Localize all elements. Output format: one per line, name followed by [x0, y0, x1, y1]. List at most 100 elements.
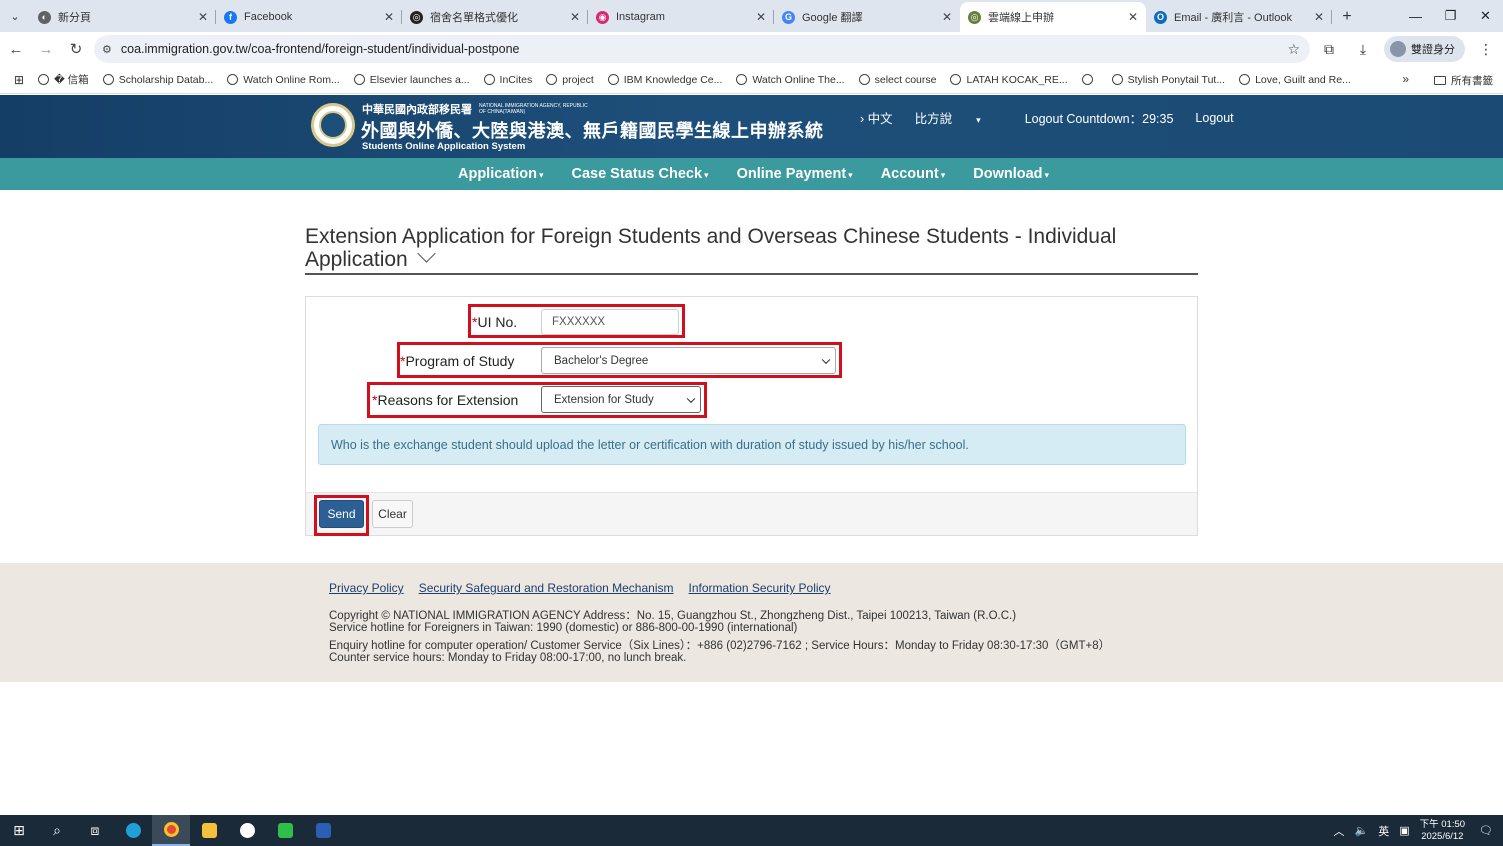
bookmark-item[interactable]: Scholarship Datab... [102, 74, 213, 86]
footer-link[interactable]: Information Security Policy [689, 581, 831, 595]
browser-tab[interactable]: O Email - 廣利言 - Outlook ✕ [1146, 2, 1332, 32]
globe-icon [858, 74, 870, 85]
browser-tab[interactable]: ◎ 宿舍名單格式優化 ✕ [402, 2, 588, 32]
nav-item[interactable]: Account [881, 166, 946, 182]
close-icon[interactable]: ✕ [756, 10, 766, 24]
bookmark-label: project [562, 73, 594, 86]
dialect-menu[interactable]: 比方說 [915, 108, 1003, 127]
footer-hotline: Service hotline for Foreigners in Taiwan… [329, 622, 798, 634]
globe-icon [483, 74, 495, 85]
file-explorer-icon[interactable] [190, 815, 228, 846]
ui-no-label-text: UI No. [477, 314, 518, 330]
footer-copyright: Copyright © NATIONAL IMMIGRATION AGENCY … [329, 610, 1017, 622]
close-icon[interactable]: ✕ [1314, 10, 1324, 24]
title-divider [305, 273, 1198, 275]
extensions-icon[interactable]: ⧉ [1312, 35, 1346, 63]
bookmark-label: Watch Online Rom... [243, 73, 340, 86]
more-bookmarks-icon[interactable]: » [1402, 72, 1409, 86]
tab-title: 宿舍名單格式優化 [430, 12, 518, 24]
send-button[interactable]: Send [319, 500, 364, 528]
address-bar-row: ← → ↻ ⚙ coa.immigration.gov.tw/coa-front… [0, 32, 1503, 66]
volume-icon[interactable]: 🔈 [1355, 824, 1369, 837]
agency-seal-logo[interactable] [311, 103, 355, 147]
all-bookmarks-button[interactable]: 所有書籤 [1434, 73, 1493, 88]
footer-link[interactable]: Security Safeguard and Restoration Mecha… [419, 581, 674, 595]
apps-grid-icon[interactable]: ⊞ [0, 73, 38, 87]
clear-button[interactable]: Clear [372, 500, 413, 528]
search-icon[interactable]: ⌕ [38, 815, 76, 846]
tab-favicon-icon: G [782, 10, 795, 24]
ime-indicator[interactable]: 英 [1378, 823, 1389, 839]
app-icon[interactable] [228, 815, 266, 846]
bookmark-item[interactable]: InCites [483, 74, 532, 86]
restore-icon[interactable]: ❐ [1433, 0, 1468, 32]
program-select[interactable]: Bachelor's Degree [541, 347, 836, 374]
line-icon[interactable] [266, 815, 304, 846]
menu-icon[interactable]: ⋮ [1469, 35, 1503, 63]
word-icon[interactable] [304, 815, 342, 846]
chrome-icon[interactable] [152, 815, 190, 846]
forward-icon[interactable]: → [32, 35, 60, 63]
windows-start-icon[interactable]: ⊞ [0, 815, 38, 846]
bookmark-item[interactable]: Elsevier launches a... [353, 74, 470, 86]
browser-tab[interactable]: ◉ Instagram ✕ [588, 2, 774, 32]
close-icon[interactable]: ✕ [198, 10, 208, 24]
nav-item[interactable]: Online Payment [737, 166, 853, 182]
browser-tab[interactable]: f Facebook ✕ [216, 2, 402, 32]
profile-button[interactable]: 雙證身分 [1384, 36, 1465, 62]
bookmark-item[interactable]: Stylish Ponytail Tut... [1111, 74, 1225, 86]
bookmark-item[interactable]: IBM Knowledge Ce... [607, 73, 723, 86]
edge-icon[interactable] [114, 815, 152, 846]
close-icon[interactable]: ✕ [1128, 10, 1138, 24]
logout-link[interactable]: Logout [1195, 111, 1233, 125]
reason-select[interactable]: Extension for Study [541, 386, 701, 413]
minimize-icon[interactable]: — [1398, 0, 1433, 32]
ui-no-input[interactable]: FXXXXXX [541, 309, 679, 335]
browser-tab[interactable]: ◐ 新分頁 ✕ [30, 2, 216, 32]
nav-item[interactable]: Application [458, 166, 543, 182]
url-text: coa.immigration.gov.tw/coa-frontend/fore… [120, 42, 520, 56]
nav-item[interactable]: Download [973, 166, 1049, 182]
bookmark-item[interactable]: Watch Online The... [736, 74, 845, 86]
bookmark-item[interactable]: Love, Guilt and Re... [1239, 74, 1351, 86]
back-icon[interactable]: ← [2, 35, 30, 63]
close-icon[interactable]: ✕ [570, 10, 580, 24]
reload-icon[interactable]: ↻ [62, 35, 90, 63]
tab-search-icon[interactable]: ⌄ [0, 0, 30, 32]
site-info-icon[interactable]: ⚙ [102, 43, 112, 56]
form-actions: Send Clear [306, 492, 1197, 536]
globe-icon [607, 74, 619, 85]
bookmark-label: IBM Knowledge Ce... [623, 73, 723, 86]
system-title-en: Students Online Application System [362, 141, 526, 152]
bookmark-item[interactable]: � 信箱 [38, 72, 89, 87]
tray-chevron-icon[interactable]: ︿ [1334, 823, 1345, 839]
close-icon[interactable]: ✕ [942, 10, 952, 24]
close-window-icon[interactable]: ✕ [1468, 0, 1503, 32]
clock[interactable]: 下午 01:50 2025/6/12 [1420, 819, 1465, 843]
browser-tab[interactable]: ◎ 雲端線上申辦 ✕ [960, 2, 1146, 32]
bookmark-item[interactable]: LATAH KOCAK_RE... [950, 74, 1068, 86]
ui-no-value: FXXXXXX [552, 316, 606, 328]
chevron-down-icon [702, 166, 709, 182]
close-icon[interactable]: ✕ [384, 10, 394, 24]
task-view-icon[interactable]: ⧈ [76, 815, 114, 846]
nav-item-label: Online Payment [736, 166, 847, 182]
bookmark-item[interactable]: select course [858, 74, 936, 86]
bookmark-star-icon[interactable]: ☆ [1287, 41, 1300, 58]
chevron-down-icon[interactable] [417, 244, 436, 263]
new-tab-button[interactable]: + [1332, 2, 1362, 32]
notifications-icon[interactable]: 🗨 [1479, 824, 1493, 837]
url-bar[interactable]: ⚙ coa.immigration.gov.tw/coa-frontend/fo… [94, 35, 1310, 63]
footer-link[interactable]: Privacy Policy [329, 581, 404, 595]
bookmark-item[interactable] [1081, 74, 1098, 85]
bookmark-item[interactable]: project [546, 74, 594, 86]
download-icon[interactable]: ⤓ [1346, 35, 1380, 63]
bookmark-item[interactable]: Watch Online Rom... [227, 73, 340, 86]
info-notice: Who is the exchange student should uploa… [318, 424, 1186, 465]
keyboard-icon[interactable]: ▣ [1399, 824, 1409, 837]
browser-tab[interactable]: G Google 翻譯 ✕ [774, 2, 960, 32]
nav-item[interactable]: Case Status Check [571, 166, 708, 182]
page-title: Extension Application for Foreign Studen… [305, 225, 1198, 271]
language-link[interactable]: › 中文 [860, 108, 893, 127]
chevron-down-icon [846, 166, 853, 182]
